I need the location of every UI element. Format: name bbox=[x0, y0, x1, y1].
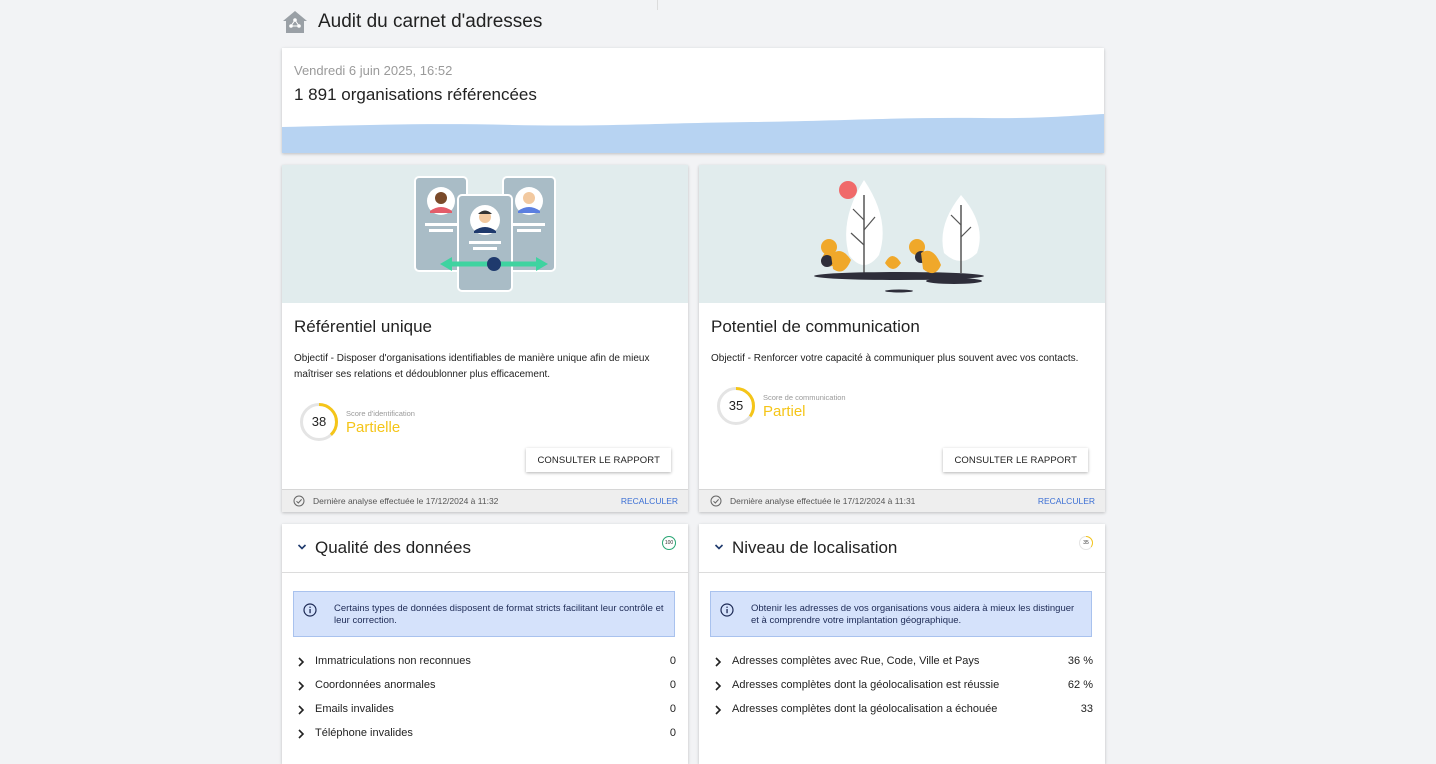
chevron-right-icon[interactable] bbox=[714, 705, 722, 715]
section-score-value: 100 bbox=[664, 540, 674, 546]
last-analysis-text: Dernière analyse effectuée le 17/12/2024… bbox=[730, 496, 916, 506]
score-status: Partielle bbox=[346, 418, 401, 436]
top-divider bbox=[657, 0, 658, 10]
metric-row[interactable]: Coordonnées anormales 0 bbox=[282, 674, 688, 698]
section-score-value: 35 bbox=[1083, 540, 1089, 546]
metric-label: Adresses complètes dont la géolocalisati… bbox=[732, 679, 1000, 691]
info-text: Certains types de données disposent de f… bbox=[334, 603, 664, 626]
card-description: Objectif - Disposer d'organisations iden… bbox=[294, 353, 650, 380]
page-title: Audit du carnet d'adresses bbox=[318, 11, 543, 32]
check-circle-icon bbox=[293, 495, 305, 507]
score-value: 38 bbox=[311, 414, 327, 429]
view-report-button[interactable]: CONSULTER LE RAPPORT bbox=[526, 448, 671, 472]
metric-row[interactable]: Adresses complètes dont la géolocalisati… bbox=[699, 674, 1105, 698]
card-footer: Dernière analyse effectuée le 17/12/2024… bbox=[282, 489, 688, 512]
metric-label: Emails invalides bbox=[315, 703, 394, 715]
score-gauge: 35 bbox=[716, 386, 756, 426]
chevron-right-icon[interactable] bbox=[714, 657, 722, 667]
summary-date: Vendredi 6 juin 2025, 16:52 bbox=[294, 63, 453, 78]
metric-label: Coordonnées anormales bbox=[315, 679, 436, 691]
metric-row[interactable]: Adresses complètes dont la géolocalisati… bbox=[699, 698, 1105, 722]
section-title: Qualité des données bbox=[315, 538, 471, 557]
objective-card-identification: Référentiel unique Objectif - Disposer d… bbox=[282, 165, 688, 512]
view-report-button[interactable]: CONSULTER LE RAPPORT bbox=[943, 448, 1088, 472]
chevron-right-icon[interactable] bbox=[297, 705, 305, 715]
metric-label: Adresses complètes dont la géolocalisati… bbox=[732, 703, 998, 715]
metric-label: Adresses complètes avec Rue, Code, Ville… bbox=[732, 655, 980, 667]
metric-value: 62 % bbox=[1067, 679, 1093, 691]
section-header[interactable]: Qualité des données 100 bbox=[282, 524, 688, 573]
metric-row[interactable]: Téléphone invalides 0 bbox=[282, 722, 688, 746]
chevron-down-icon[interactable] bbox=[713, 541, 725, 553]
metric-value: 0 bbox=[669, 703, 676, 715]
metric-value: 36 % bbox=[1067, 655, 1093, 667]
house-network-icon bbox=[283, 11, 307, 33]
card-description: Objectif - Renforcer votre capacité à co… bbox=[711, 353, 1079, 364]
info-icon bbox=[303, 603, 317, 617]
section-score-badge: 35 bbox=[1078, 535, 1094, 551]
section-score-badge: 100 bbox=[661, 535, 677, 551]
section-title: Niveau de localisation bbox=[732, 538, 898, 557]
info-icon bbox=[720, 603, 734, 617]
score-gauge: 38 bbox=[299, 402, 339, 442]
summary-card: Vendredi 6 juin 2025, 16:52 1 891 organi… bbox=[282, 48, 1104, 153]
info-box: Certains types de données disposent de f… bbox=[293, 591, 675, 637]
profile-cards-illustration bbox=[282, 165, 688, 303]
card-title: Référentiel unique bbox=[294, 317, 432, 336]
metric-row[interactable]: Emails invalides 0 bbox=[282, 698, 688, 722]
score-block: 35 Score de communication Partiel bbox=[716, 386, 846, 426]
section-header[interactable]: Niveau de localisation 35 bbox=[699, 524, 1105, 573]
info-text: Obtenir les adresses de vos organisation… bbox=[751, 603, 1075, 626]
info-box: Obtenir les adresses de vos organisation… bbox=[710, 591, 1092, 637]
score-label: Score d'identification bbox=[346, 408, 415, 418]
card-footer: Dernière analyse effectuée le 17/12/2024… bbox=[699, 489, 1105, 512]
check-circle-icon bbox=[710, 495, 722, 507]
metric-row[interactable]: Immatriculations non reconnues 0 bbox=[282, 650, 688, 674]
metric-label: Téléphone invalides bbox=[315, 727, 413, 739]
metric-value: 33 bbox=[1080, 703, 1093, 715]
chevron-right-icon[interactable] bbox=[714, 681, 722, 691]
recalculate-link[interactable]: RECALCULER bbox=[621, 496, 678, 506]
score-label: Score de communication bbox=[763, 392, 846, 402]
metric-value: 0 bbox=[669, 727, 676, 739]
chevron-right-icon[interactable] bbox=[297, 681, 305, 691]
chevron-right-icon[interactable] bbox=[297, 729, 305, 739]
section-localization-level: Niveau de localisation 35 Obtenir les ad… bbox=[699, 524, 1105, 764]
score-block: 38 Score d'identification Partielle bbox=[299, 402, 415, 442]
recalculate-link[interactable]: RECALCULER bbox=[1038, 496, 1095, 506]
page-header: Audit du carnet d'adresses bbox=[282, 8, 542, 36]
section-data-quality: Qualité des données 100 Certains types d… bbox=[282, 524, 688, 764]
metric-list: Adresses complètes avec Rue, Code, Ville… bbox=[699, 650, 1105, 722]
last-analysis-text: Dernière analyse effectuée le 17/12/2024… bbox=[313, 496, 499, 506]
card-title: Potentiel de communication bbox=[711, 317, 920, 336]
objective-card-communication: Potentiel de communication Objectif - Re… bbox=[699, 165, 1105, 512]
trees-birds-illustration bbox=[699, 165, 1105, 303]
score-value: 35 bbox=[728, 398, 744, 413]
chevron-down-icon[interactable] bbox=[296, 541, 308, 553]
chevron-right-icon[interactable] bbox=[297, 657, 305, 667]
summary-wave bbox=[282, 114, 1104, 153]
summary-count: 1 891 organisations référencées bbox=[294, 85, 537, 104]
score-status: Partiel bbox=[763, 402, 806, 420]
metric-list: Immatriculations non reconnues 0 Coordon… bbox=[282, 650, 688, 746]
metric-label: Immatriculations non reconnues bbox=[315, 655, 471, 667]
metric-value: 0 bbox=[669, 679, 676, 691]
metric-value: 0 bbox=[669, 655, 676, 667]
metric-row[interactable]: Adresses complètes avec Rue, Code, Ville… bbox=[699, 650, 1105, 674]
